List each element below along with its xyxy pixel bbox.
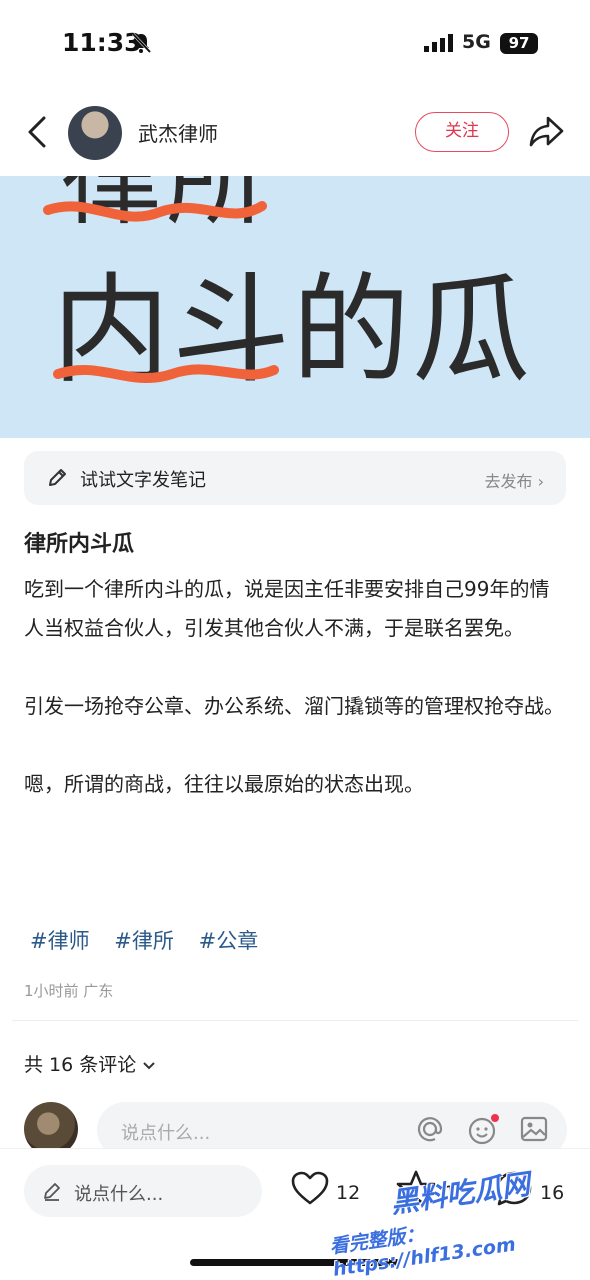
author-name[interactable]: 武杰律师 bbox=[138, 118, 218, 147]
post-tags: #律师 #律所 #公章 bbox=[30, 925, 276, 955]
battery-indicator: 97 bbox=[500, 33, 538, 54]
post-title: 律所内斗瓜 bbox=[24, 532, 135, 557]
author-avatar[interactable] bbox=[68, 106, 122, 160]
heart-icon bbox=[291, 1171, 329, 1205]
bottom-input-placeholder: 说点什么... bbox=[74, 1184, 164, 1205]
cover-underline-marks bbox=[43, 201, 279, 383]
emoji-icon[interactable] bbox=[467, 1114, 499, 1150]
divider bbox=[12, 1020, 578, 1021]
signal-icon bbox=[424, 34, 454, 56]
post-paragraph: 吃到一个律所内斗的瓜，说是因主任非要安排自己99年的情人当权益合伙人，引发其他合… bbox=[24, 577, 550, 640]
follow-button[interactable]: 关注 bbox=[415, 112, 509, 152]
mute-bell-icon bbox=[130, 32, 152, 58]
bottom-comment-input[interactable]: 说点什么... bbox=[24, 1165, 262, 1217]
post-paragraph: 嗯，所谓的商战，往往以最原始的状态出现。 bbox=[24, 772, 424, 796]
pencil-icon bbox=[46, 467, 68, 493]
pencil-icon bbox=[42, 1181, 62, 1205]
tag-link[interactable]: #公章 bbox=[199, 929, 259, 953]
comment-count-label: 共 16 条评论 bbox=[24, 1054, 137, 1076]
like-button[interactable]: 12 bbox=[290, 1169, 360, 1213]
post-body: 吃到一个律所内斗的瓜，说是因主任非要安排自己99年的情人当权益合伙人，引发其他合… bbox=[24, 570, 569, 804]
post-paragraph: 引发一场抢夺公章、办公系统、溜门撬锁等的管理权抢夺战。 bbox=[24, 694, 564, 718]
try-text-note-bar[interactable]: 试试文字发笔记 去发布 › bbox=[24, 451, 566, 505]
status-bar: 11:33 5G 97 bbox=[0, 0, 590, 88]
cover-image[interactable]: 律所 内斗的瓜 bbox=[0, 176, 590, 438]
post-header: 武杰律师 关注 bbox=[0, 92, 590, 174]
comment-placeholder: 说点什么... bbox=[121, 1123, 211, 1144]
share-icon[interactable] bbox=[528, 114, 566, 150]
back-arrow-icon[interactable] bbox=[24, 114, 50, 150]
tag-link[interactable]: #律师 bbox=[30, 929, 90, 953]
like-count: 12 bbox=[336, 1182, 361, 1204]
at-icon[interactable] bbox=[415, 1114, 445, 1148]
network-label: 5G bbox=[462, 31, 491, 53]
try-note-label: 试试文字发笔记 bbox=[80, 470, 206, 491]
publish-link[interactable]: 去发布 › bbox=[485, 468, 545, 492]
post-meta: 1小时前 广东 bbox=[24, 982, 114, 1000]
chevron-down-icon bbox=[143, 1062, 156, 1070]
comment-count-toggle[interactable]: 共 16 条评论 bbox=[24, 1050, 156, 1077]
tag-link[interactable]: #律所 bbox=[114, 929, 174, 953]
image-icon[interactable] bbox=[519, 1114, 549, 1148]
